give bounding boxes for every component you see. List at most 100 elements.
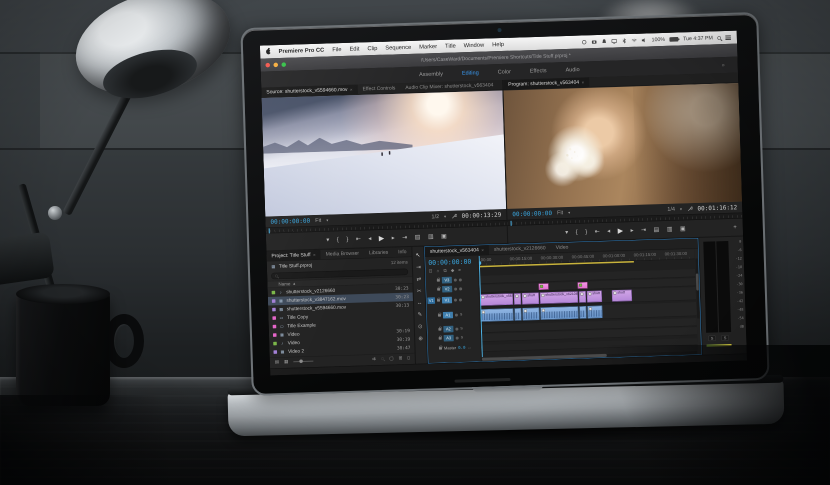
source-playhead[interactable] <box>269 228 270 233</box>
track-header-v2[interactable]: V2 <box>437 285 462 292</box>
go-to-out-button[interactable]: ⇥ <box>402 234 407 240</box>
list-view-button[interactable]: ▤ <box>275 359 279 365</box>
track-toggle-icon[interactable] <box>455 313 458 316</box>
close-icon[interactable]: × <box>481 247 484 252</box>
razor-tool-icon[interactable]: ✂ <box>417 288 422 295</box>
solo-left-button[interactable]: S <box>708 335 716 341</box>
track-toggle-icon[interactable] <box>454 278 457 281</box>
program-video-frame[interactable] <box>503 83 742 209</box>
insert-button[interactable]: ▤ <box>415 234 421 240</box>
track-toggle-icon[interactable] <box>456 336 459 339</box>
timeline-clip-video[interactable] <box>579 291 586 303</box>
tab-sequence-2[interactable]: shutterstock_v2126660 <box>489 243 551 254</box>
workspace-tab-color[interactable]: Color <box>498 69 511 75</box>
step-back-button[interactable]: ◂ <box>368 235 371 241</box>
track-visibility-icon[interactable] <box>459 298 462 301</box>
program-playback-resolution[interactable]: 1/4 <box>667 206 675 212</box>
lock-icon[interactable] <box>439 347 442 350</box>
menu-help[interactable]: Help <box>492 41 504 47</box>
track-toggle-icon[interactable] <box>454 298 457 301</box>
track-header-master[interactable]: Master0.0↔ <box>439 345 472 351</box>
overwrite-button[interactable]: ▥ <box>428 233 434 239</box>
close-icon[interactable]: × <box>313 252 316 257</box>
tab-libraries[interactable]: Libraries <box>364 248 393 258</box>
timeline-clip-audio[interactable] <box>522 307 539 320</box>
track-select-tool-icon[interactable]: ⇥ <box>416 264 421 271</box>
pen-tool-icon[interactable]: ✎ <box>418 311 423 318</box>
track-header-v3[interactable]: V3 <box>437 276 462 283</box>
zoom-tool-icon[interactable]: ⊕ <box>418 335 423 342</box>
automate-to-sequence-button[interactable]: ⇉ <box>372 356 376 362</box>
close-icon[interactable]: × <box>582 80 585 85</box>
timeline-settings-icon[interactable]: ≡ <box>458 267 461 273</box>
workspace-tab-effects[interactable]: Effects <box>530 68 547 75</box>
workspace-tab-audio[interactable]: Audio <box>565 67 579 73</box>
timeline-clip-audio[interactable] <box>514 308 521 321</box>
delete-button[interactable]: ▯ <box>407 355 410 361</box>
timeline-clip-audio[interactable] <box>587 305 602 318</box>
extract-button[interactable]: ▥ <box>667 226 673 232</box>
lock-icon[interactable] <box>438 314 441 317</box>
step-forward-button[interactable]: ▸ <box>630 227 633 233</box>
tab-project[interactable]: Project: Title Stuff× <box>266 250 320 261</box>
add-marker-button[interactable]: ▾ <box>326 237 329 243</box>
tab-effect-controls[interactable]: Effect Controls <box>357 83 400 94</box>
lock-icon[interactable] <box>438 328 441 331</box>
workspace-overflow-button[interactable]: » <box>722 62 725 68</box>
display-icon[interactable] <box>612 38 618 44</box>
close-icon[interactable]: × <box>350 87 353 92</box>
menu-marker[interactable]: Marker <box>419 44 437 51</box>
apple-menu-icon[interactable] <box>266 49 271 54</box>
menu-file[interactable]: File <box>332 47 341 53</box>
solo-track-icon[interactable]: S <box>461 336 463 340</box>
program-playhead[interactable] <box>511 221 512 226</box>
spotlight-search-icon[interactable] <box>717 36 721 40</box>
track-header-a1[interactable]: A1S <box>438 311 463 318</box>
tab-info[interactable]: Info <box>393 247 412 257</box>
timeline-clip-title[interactable] <box>539 283 549 290</box>
sync-icon[interactable] <box>582 39 588 45</box>
settings-wrench-icon[interactable] <box>451 213 457 219</box>
menu-sequence[interactable]: Sequence <box>385 44 411 51</box>
mark-out-button[interactable]: } <box>346 236 348 242</box>
nest-toggle-icon[interactable]: ⊡ <box>428 268 432 274</box>
solo-track-icon[interactable]: S <box>460 327 462 331</box>
icon-view-button[interactable]: ▦ <box>284 359 288 365</box>
new-item-button[interactable]: ⊞ <box>398 355 402 361</box>
play-button[interactable]: ▶ <box>379 234 385 241</box>
button-editor-add[interactable]: + <box>733 224 737 230</box>
source-playback-resolution[interactable]: 1/2 <box>431 214 439 220</box>
track-visibility-icon[interactable] <box>459 287 462 290</box>
export-frame-button[interactable]: ▣ <box>680 225 686 231</box>
track-header-a2[interactable]: A2S <box>438 325 463 332</box>
label-chip[interactable] <box>273 325 277 329</box>
timeline-clip-video[interactable] <box>514 293 521 305</box>
menu-title[interactable]: Title <box>445 43 456 49</box>
menu-edit[interactable]: Edit <box>349 46 359 52</box>
snap-toggle-icon[interactable]: ∩ <box>436 268 439 274</box>
go-to-in-button[interactable]: ⇤ <box>595 228 600 234</box>
mark-in-button[interactable]: { <box>576 229 578 235</box>
resize-handle-icon[interactable]: ↔ <box>467 345 471 350</box>
timeline-clip-video[interactable]: shutt <box>612 290 632 302</box>
lift-button[interactable]: ▤ <box>654 226 660 232</box>
menu-clip[interactable]: Clip <box>367 45 377 51</box>
slip-tool-icon[interactable]: ↔ <box>417 300 423 306</box>
timeline-clip-title[interactable] <box>577 282 587 289</box>
step-forward-button[interactable]: ▸ <box>392 234 395 240</box>
add-marker-icon[interactable]: ◆ <box>451 268 455 274</box>
master-level-value[interactable]: 0.0 <box>458 345 465 350</box>
add-marker-button[interactable]: ▾ <box>565 229 568 235</box>
label-chip[interactable] <box>273 342 277 346</box>
label-chip[interactable] <box>273 333 277 337</box>
workspace-tab-assembly[interactable]: Assembly <box>419 71 443 78</box>
label-chip[interactable] <box>272 291 276 295</box>
track-visibility-icon[interactable] <box>459 278 462 281</box>
program-current-timecode[interactable]: 00:00:00:00 <box>512 210 552 218</box>
wifi-icon[interactable] <box>632 38 638 44</box>
export-frame-button[interactable]: ▣ <box>441 233 447 239</box>
source-video-frame[interactable] <box>262 91 507 217</box>
label-chip[interactable] <box>272 299 276 303</box>
program-zoom-select[interactable]: Fit <box>557 210 563 216</box>
solo-right-button[interactable]: S <box>721 335 729 341</box>
